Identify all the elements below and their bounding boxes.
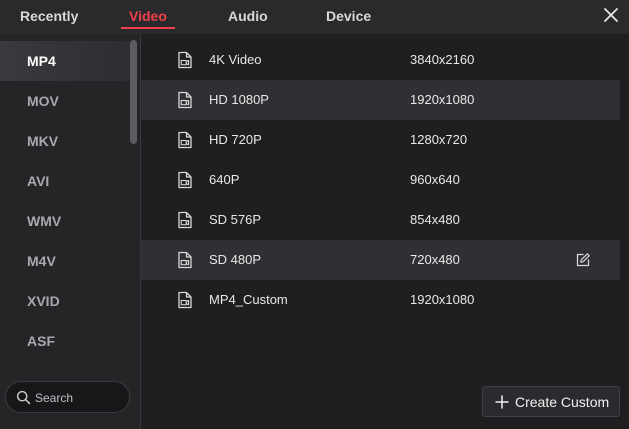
preset-resolution: 720x480: [410, 252, 460, 267]
tab-device[interactable]: Device: [326, 8, 371, 24]
preset-name: SD 576P: [209, 212, 262, 227]
preset-resolution: 1280x720: [410, 132, 468, 147]
search-input[interactable]: [35, 389, 125, 407]
preset-row[interactable]: HD 720P 1280x720: [141, 120, 620, 160]
video-file-icon: [178, 91, 192, 109]
format-item-avi[interactable]: AVI: [0, 161, 130, 201]
preset-name: MP4_Custom: [209, 292, 288, 307]
format-item-mp4[interactable]: MP4: [0, 41, 130, 81]
preset-row[interactable]: 640P 960x640: [141, 160, 620, 200]
video-file-icon: [178, 131, 192, 149]
format-item-m4v[interactable]: M4V: [0, 241, 130, 281]
search-box[interactable]: [5, 381, 130, 413]
search-icon: [16, 390, 31, 405]
preset-name: HD 720P: [209, 132, 262, 147]
close-icon: [604, 8, 618, 22]
preset-row[interactable]: SD 576P 854x480: [141, 200, 620, 240]
preset-resolution: 854x480: [410, 212, 460, 227]
format-item-asf[interactable]: ASF: [0, 321, 130, 361]
preset-row[interactable]: 4K Video 3840x2160: [141, 40, 620, 80]
tab-recently[interactable]: Recently: [20, 8, 78, 24]
edit-icon[interactable]: [575, 252, 591, 268]
tab-video[interactable]: Video: [129, 8, 167, 24]
preset-name: SD 480P: [209, 252, 262, 267]
create-custom-label: Create Custom: [515, 394, 610, 410]
format-sidebar: MP4 MOV MKV AVI WMV M4V XVID ASF: [0, 34, 141, 429]
video-file-icon: [178, 251, 192, 269]
preset-name: 4K Video: [209, 52, 262, 67]
active-tab-indicator: [121, 27, 175, 29]
preset-row[interactable]: MP4_Custom 1920x1080: [141, 280, 620, 320]
preset-resolution: 960x640: [410, 172, 460, 187]
preset-row[interactable]: SD 480P 720x480: [141, 240, 620, 280]
video-file-icon: [178, 291, 192, 309]
sidebar-scrollbar[interactable]: [130, 40, 137, 144]
tab-audio[interactable]: Audio: [228, 8, 268, 24]
format-item-mkv[interactable]: MKV: [0, 121, 130, 161]
preset-row[interactable]: HD 1080P 1920x1080: [141, 80, 620, 120]
video-file-icon: [178, 51, 192, 69]
format-item-xvid[interactable]: XVID: [0, 281, 130, 321]
preset-resolution: 1920x1080: [410, 292, 475, 307]
preset-resolution: 1920x1080: [410, 92, 475, 107]
video-file-icon: [178, 171, 192, 189]
preset-name: 640P: [209, 172, 240, 187]
close-button[interactable]: [601, 5, 621, 25]
create-custom-button[interactable]: Create Custom: [482, 386, 620, 417]
preset-name: HD 1080P: [209, 92, 269, 107]
preset-resolution: 3840x2160: [410, 52, 475, 67]
format-item-wmv[interactable]: WMV: [0, 201, 130, 241]
tab-bar: Recently Video Audio Device: [0, 0, 629, 34]
format-dialog: Recently Video Audio Device MP4 MOV MKV …: [0, 0, 629, 429]
video-file-icon: [178, 211, 192, 229]
format-item-mov[interactable]: MOV: [0, 81, 130, 121]
plus-icon: [495, 395, 509, 409]
